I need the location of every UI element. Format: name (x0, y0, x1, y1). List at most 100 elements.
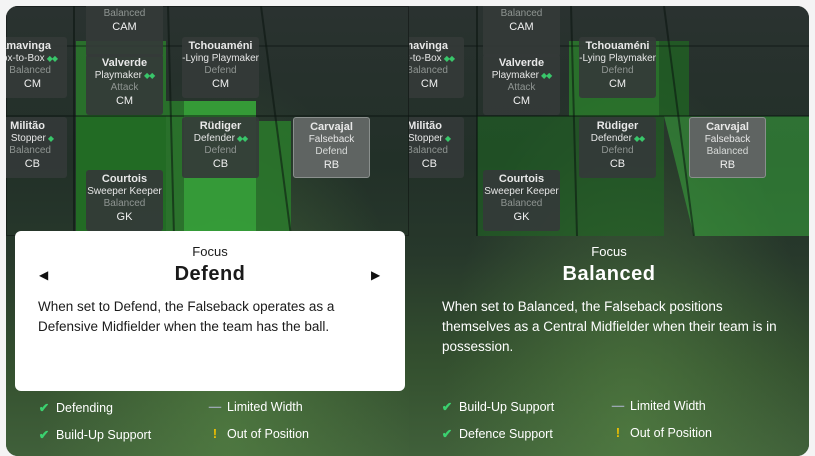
diamond-rating-icon: ◆◆ (540, 71, 552, 80)
player-name: Militão (10, 120, 45, 132)
check-icon: ✔ (38, 428, 50, 442)
player-card-carvajal-selected[interactable]: Carvajal Falseback Balanced RB (689, 117, 766, 178)
trait-label: Build-Up Support (56, 428, 152, 442)
player-name: Tchouaméni (188, 40, 253, 52)
player-role: Deep-Lying Playmaker (182, 53, 259, 64)
player-role: Playmaker (95, 6, 142, 7)
next-arrow-icon[interactable]: ▶ (371, 268, 380, 282)
player-position: CB (609, 158, 626, 170)
player-card-militao[interactable]: Militão Stopper ◆ Balanced CB (409, 117, 464, 178)
trait-label: Defending (56, 401, 113, 415)
player-role: Falseback (308, 134, 355, 145)
focus-selector[interactable]: Focus ◀ Defend ▶ When set to Defend, the… (15, 231, 405, 391)
player-position: CB (421, 158, 437, 170)
player-card-cam[interactable]: Playmaker◆◆ Balanced CAM (86, 6, 163, 57)
player-position: CM (420, 78, 438, 90)
diamond-rating-icon: ◆◆ (633, 134, 645, 143)
trait-item: ✔ Build-Up Support (36, 427, 151, 442)
check-icon: ✔ (441, 427, 453, 441)
trait-label: Out of Position (227, 427, 309, 441)
player-focus: Defend (204, 65, 237, 76)
dash-icon: — (208, 400, 222, 414)
check-icon: ✔ (38, 401, 50, 415)
trait-item: ! Out of Position (207, 427, 309, 441)
warning-icon: ! (212, 427, 218, 441)
player-name: Tchouaméni (585, 40, 650, 52)
player-focus: Balanced (9, 65, 51, 76)
trait-item: — Limited Width (610, 399, 706, 413)
diamond-rating-icon: ◆◆ (143, 71, 155, 80)
player-role: Box-to-Box (6, 53, 45, 64)
player-card-cam[interactable]: Playmaker◆◆ Balanced CAM (483, 6, 560, 57)
player-card-valverde[interactable]: Valverde Playmaker ◆◆ Attack CM (483, 54, 560, 115)
focus-description: When set to Balanced, the Falseback posi… (442, 299, 777, 354)
player-name: Courtois (498, 173, 545, 185)
focus-value: Balanced (562, 263, 656, 285)
player-name: Carvajal (310, 121, 353, 133)
trait-label: Build-Up Support (459, 400, 555, 414)
player-role: Deep-Lying Playmaker (579, 53, 656, 64)
dash-icon: — (611, 399, 625, 413)
diamond-rating-icon: ◆ (444, 134, 451, 143)
player-focus: Defend (204, 145, 237, 156)
player-card-carvajal-selected[interactable]: Carvajal Falseback Defend RB (293, 117, 370, 178)
player-position: RB (323, 159, 340, 171)
player-card-camavinga[interactable]: Camavinga Box-to-Box◆◆ Balanced CM (409, 37, 464, 98)
player-position: CM (23, 78, 41, 90)
player-name: Valverde (498, 57, 545, 69)
player-focus: Balanced (500, 198, 543, 209)
player-focus: Balanced (103, 198, 146, 209)
player-position: CB (212, 158, 229, 170)
player-role: Stopper (10, 133, 46, 144)
player-focus: Balanced (409, 145, 448, 156)
player-role: Sweeper Keeper (87, 186, 162, 197)
player-card-tchouameni[interactable]: Tchouaméni Deep-Lying Playmaker Defend C… (182, 37, 259, 98)
focus-caption: Focus (192, 244, 228, 259)
player-name: Camavinga (6, 40, 51, 52)
trait-label: Defence Support (459, 427, 553, 441)
player-name: Camavinga (409, 40, 448, 52)
player-role: Falseback (704, 134, 751, 145)
player-focus: Attack (507, 82, 536, 93)
player-card-militao[interactable]: Militão Stopper ◆ Balanced CB (6, 117, 67, 178)
right-panel: Playmaker◆◆ Balanced CAM Camavinga Box-t… (409, 6, 809, 456)
focus-selector[interactable]: Focus Balanced When set to Balanced, the… (409, 231, 809, 391)
player-role: Playmaker (94, 70, 142, 81)
warning-icon: ! (615, 426, 621, 440)
player-name: Rüdiger (596, 120, 639, 132)
player-focus: Balanced (706, 146, 749, 157)
player-name: Courtois (101, 173, 148, 185)
player-position: CM (211, 78, 230, 90)
player-card-tchouameni[interactable]: Tchouaméni Deep-Lying Playmaker Defend C… (579, 37, 656, 98)
player-focus: Defend (601, 145, 634, 156)
player-name: Militão (409, 120, 442, 132)
trait-item: ✔ Build-Up Support (439, 399, 554, 414)
player-card-camavinga[interactable]: Camavinga Box-to-Box◆◆ Balanced CM (6, 37, 67, 98)
trait-item: ✔ Defence Support (439, 426, 553, 441)
player-position: CB (24, 158, 40, 170)
player-focus: Defend (601, 65, 634, 76)
player-card-rudiger[interactable]: Rüdiger Defender ◆◆ Defend CB (579, 117, 656, 178)
diamond-rating-icon: ◆◆ (443, 54, 455, 63)
trait-item: ✔ Defending (36, 400, 113, 415)
player-position: GK (513, 211, 530, 223)
player-name: Carvajal (706, 121, 749, 133)
focus-description: When set to Defend, the Falseback operat… (38, 299, 335, 334)
left-panel: Playmaker◆◆ Balanced CAM Camavinga Box-t… (6, 6, 409, 456)
diamond-rating-icon: ◆◆ (46, 54, 58, 63)
player-card-valverde[interactable]: Valverde Playmaker ◆◆ Attack CM (86, 54, 163, 115)
player-card-courtois[interactable]: Courtois Sweeper Keeper Balanced GK (483, 170, 560, 231)
player-focus: Defend (315, 146, 348, 157)
player-role: Playmaker (492, 6, 539, 7)
player-position: CAM (112, 21, 137, 33)
player-role: Defender (193, 133, 235, 144)
player-name: Valverde (101, 57, 148, 69)
player-focus: Attack (110, 82, 139, 93)
player-position: CM (512, 95, 531, 107)
player-card-rudiger[interactable]: Rüdiger Defender ◆◆ Defend CB (182, 117, 259, 178)
player-card-courtois[interactable]: Courtois Sweeper Keeper Balanced GK (86, 170, 163, 231)
player-name: Rüdiger (199, 120, 242, 132)
focus-value: Defend (174, 263, 246, 285)
focus-caption: Focus (591, 244, 627, 259)
player-role: Sweeper Keeper (484, 186, 559, 197)
